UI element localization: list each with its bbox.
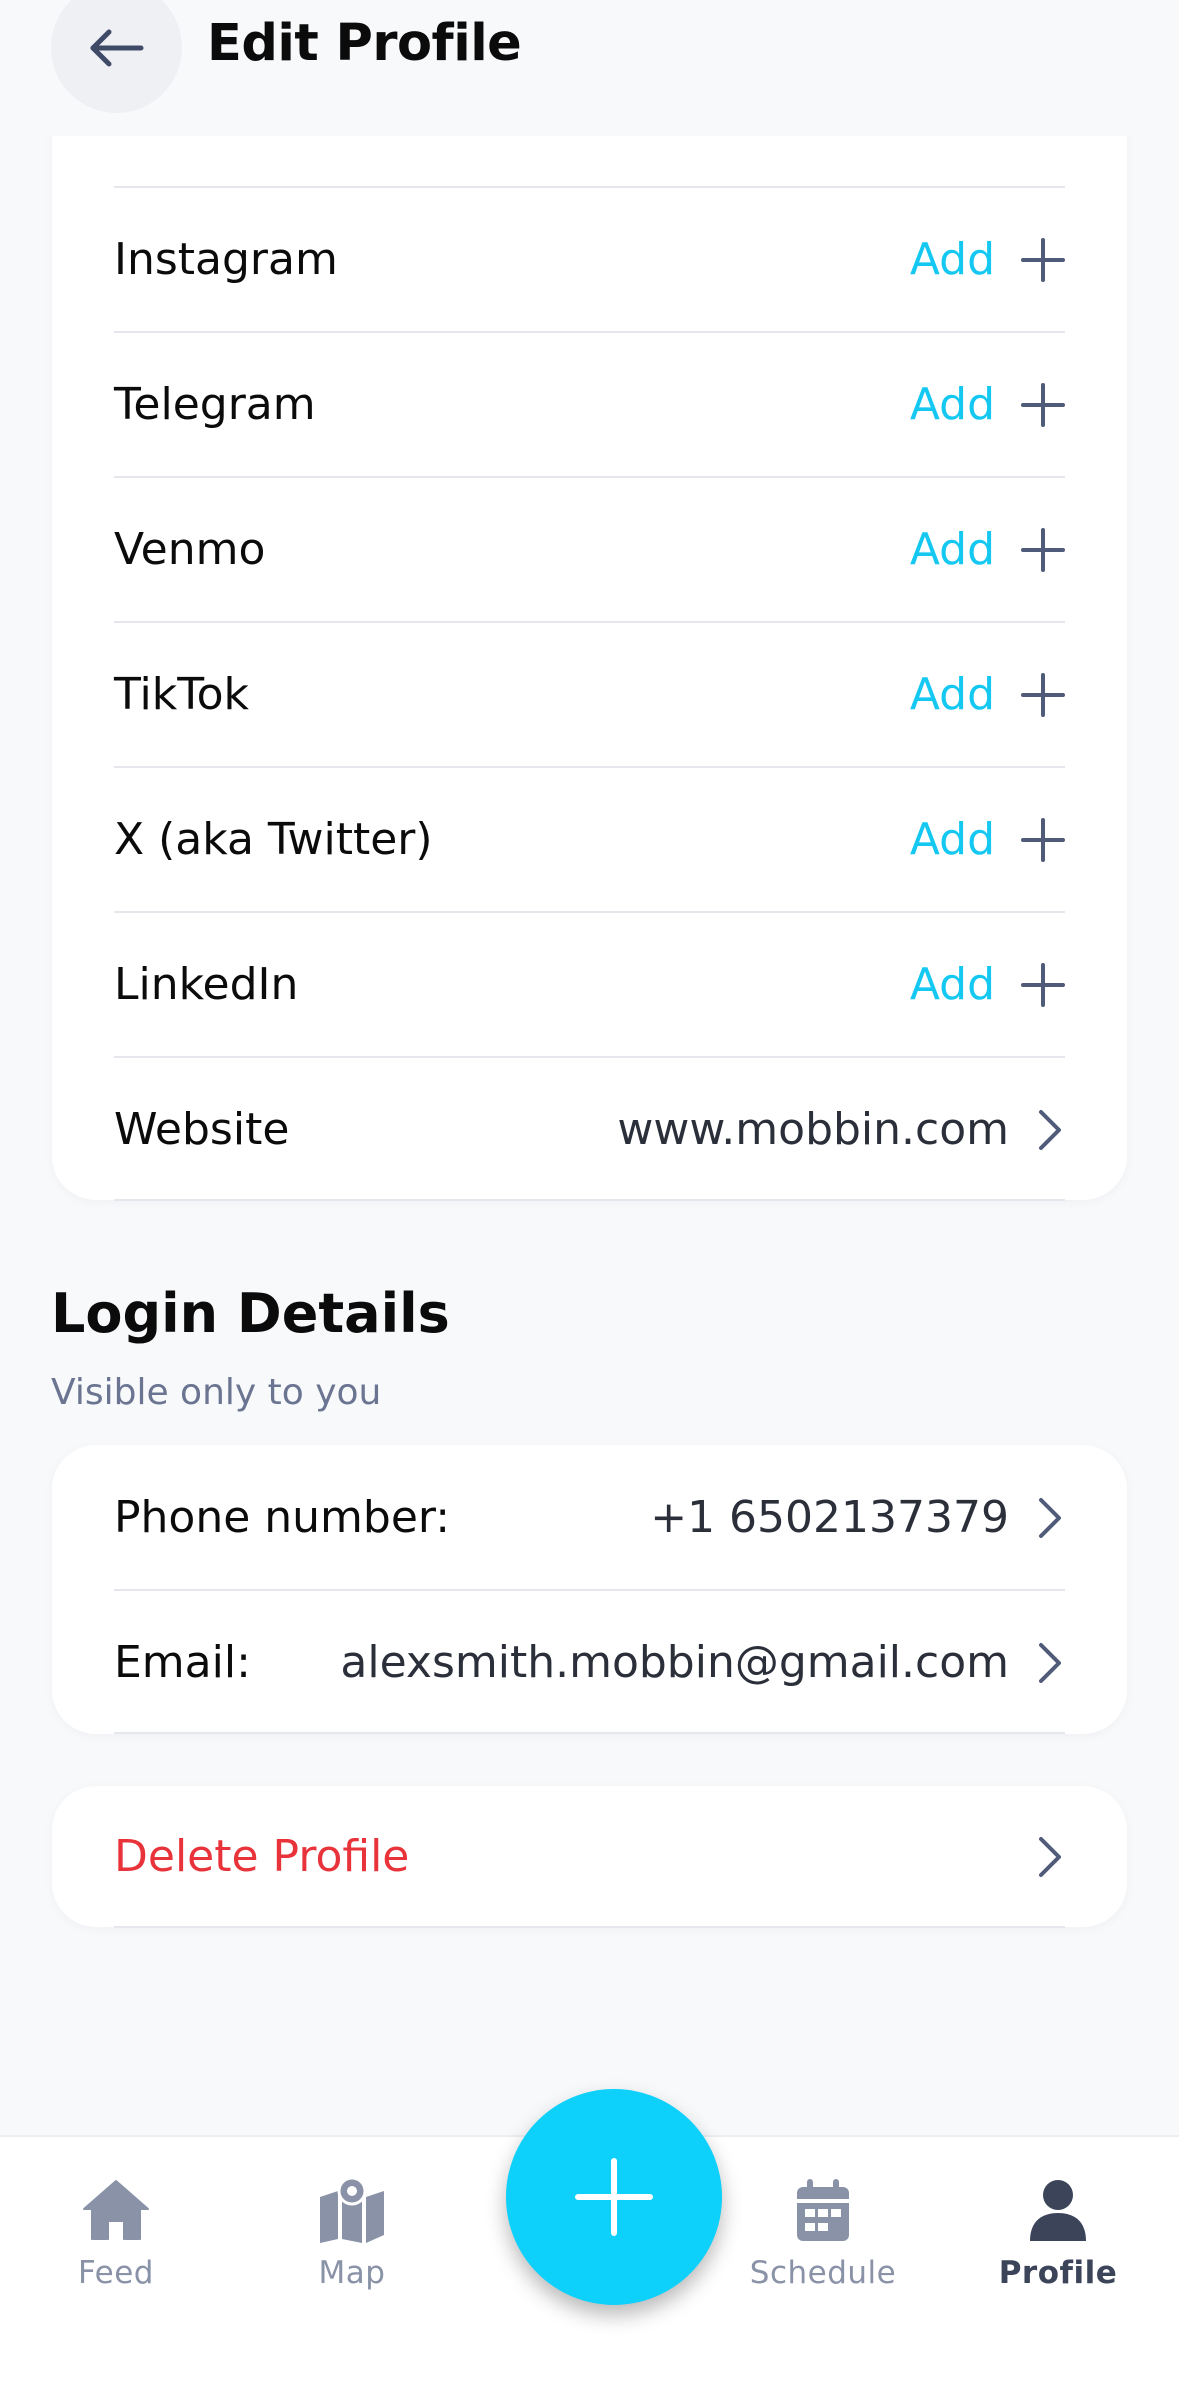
section-subtitle-login: Visible only to you xyxy=(51,1372,382,1413)
chevron-right-icon xyxy=(1035,1496,1065,1540)
website-label: Website xyxy=(114,1104,290,1155)
header-bar: Edit Profile xyxy=(0,0,1179,136)
create-button[interactable] xyxy=(506,2089,722,2305)
plus-icon[interactable] xyxy=(1021,382,1065,427)
divider xyxy=(114,1926,1065,1928)
social-label: Instagram xyxy=(114,234,338,285)
section-title-login: Login Details xyxy=(51,1282,450,1345)
chevron-right-icon xyxy=(1035,1641,1065,1685)
social-row-website[interactable]: Website www.mobbin.com xyxy=(114,1056,1065,1200)
person-icon xyxy=(1022,2177,1094,2243)
plus-icon[interactable] xyxy=(1021,672,1065,717)
website-value: www.mobbin.com xyxy=(617,1104,1009,1155)
nav-label-profile: Profile xyxy=(998,2255,1118,2291)
nav-map[interactable]: Map xyxy=(262,2177,442,2291)
email-label: Email: xyxy=(114,1637,251,1688)
chevron-right-icon xyxy=(1035,1108,1065,1152)
social-row-linkedin[interactable]: LinkedIn Add xyxy=(114,911,1065,1056)
nav-label-schedule: Schedule xyxy=(749,2255,897,2291)
delete-profile-label: Delete Profile xyxy=(114,1831,410,1882)
add-link[interactable]: Add xyxy=(910,669,995,720)
plus-icon[interactable] xyxy=(1021,237,1065,282)
page-title: Edit Profile xyxy=(207,14,522,73)
social-links-card: Instagram Add Telegram Add Venmo Add Tik… xyxy=(52,60,1127,1200)
social-row-tiktok[interactable]: TikTok Add xyxy=(114,621,1065,766)
social-label: TikTok xyxy=(114,669,250,720)
home-icon xyxy=(80,2177,152,2243)
social-row-twitter[interactable]: X (aka Twitter) Add xyxy=(114,766,1065,911)
map-icon xyxy=(316,2177,388,2243)
phone-row[interactable]: Phone number: +1 6502137379 xyxy=(114,1445,1065,1590)
add-link[interactable]: Add xyxy=(910,814,995,865)
plus-icon xyxy=(574,2157,654,2237)
plus-icon[interactable] xyxy=(1021,962,1065,1007)
arrow-left-icon xyxy=(87,28,147,68)
social-label: LinkedIn xyxy=(114,959,299,1010)
social-row-venmo[interactable]: Venmo Add xyxy=(114,476,1065,621)
nav-label-feed: Feed xyxy=(78,2255,154,2291)
social-label: X (aka Twitter) xyxy=(114,814,433,865)
social-label: Venmo xyxy=(114,524,266,575)
nav-label-map: Map xyxy=(318,2255,386,2291)
delete-profile-card[interactable]: Delete Profile xyxy=(52,1786,1127,1927)
phone-label: Phone number: xyxy=(114,1492,451,1543)
add-link[interactable]: Add xyxy=(910,379,995,430)
nav-schedule[interactable]: Schedule xyxy=(733,2177,913,2291)
social-row-telegram[interactable]: Telegram Add xyxy=(114,331,1065,476)
email-row[interactable]: Email: alexsmith.mobbin@gmail.com xyxy=(114,1589,1065,1734)
plus-icon[interactable] xyxy=(1021,817,1065,862)
phone-value: +1 6502137379 xyxy=(650,1492,1009,1543)
add-link[interactable]: Add xyxy=(910,234,995,285)
divider xyxy=(114,1732,1065,1734)
add-link[interactable]: Add xyxy=(910,524,995,575)
calendar-icon xyxy=(787,2177,859,2243)
add-link[interactable]: Add xyxy=(910,959,995,1010)
nav-profile[interactable]: Profile xyxy=(968,2177,1148,2291)
chevron-right-icon xyxy=(1035,1835,1065,1879)
nav-feed[interactable]: Feed xyxy=(26,2177,206,2291)
login-details-card: Phone number: +1 6502137379 Email: alexs… xyxy=(52,1445,1127,1734)
delete-profile-row[interactable]: Delete Profile xyxy=(114,1786,1065,1927)
social-row-instagram[interactable]: Instagram Add xyxy=(114,186,1065,331)
social-label: Telegram xyxy=(114,379,316,430)
email-value: alexsmith.mobbin@gmail.com xyxy=(340,1637,1009,1688)
divider xyxy=(114,1199,1065,1201)
back-button[interactable] xyxy=(51,0,182,113)
plus-icon[interactable] xyxy=(1021,527,1065,572)
